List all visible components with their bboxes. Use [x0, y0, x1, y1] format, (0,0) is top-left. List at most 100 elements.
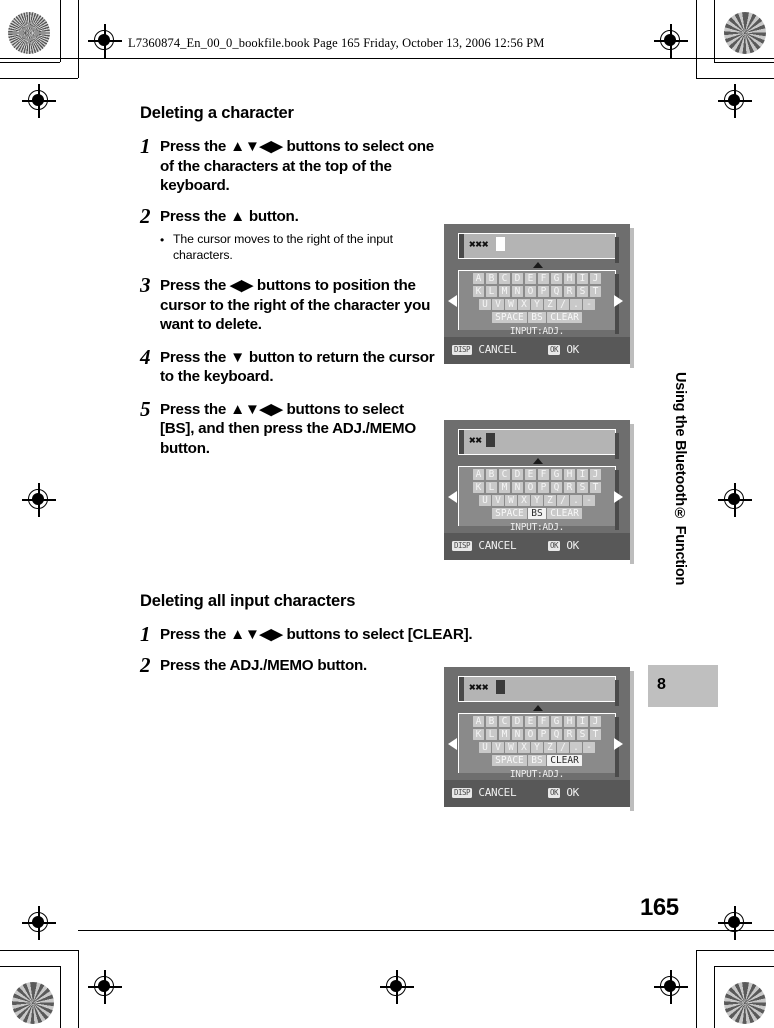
key[interactable]: C [498, 273, 511, 284]
key[interactable]: W [505, 299, 517, 310]
key[interactable]: N [511, 286, 524, 297]
key[interactable]: V [492, 299, 504, 310]
key[interactable]: P [537, 729, 550, 740]
key[interactable]: R [563, 729, 576, 740]
key[interactable]: E [524, 469, 537, 480]
key[interactable]: - [583, 742, 595, 753]
key[interactable]: Z [544, 742, 556, 753]
key[interactable]: A [472, 469, 485, 480]
key[interactable]: U [479, 742, 491, 753]
key[interactable]: I [576, 273, 589, 284]
cancel-action[interactable]: DISP CANCEL [452, 343, 517, 356]
key[interactable]: - [583, 299, 595, 310]
key[interactable]: J [589, 716, 602, 727]
key[interactable]: / [557, 742, 569, 753]
key[interactable]: I [576, 716, 589, 727]
key[interactable]: M [498, 482, 511, 493]
key[interactable]: K [472, 729, 485, 740]
key[interactable]: D [511, 716, 524, 727]
key[interactable]: Q [550, 729, 563, 740]
key[interactable]: X [518, 495, 530, 506]
key[interactable]: X [518, 742, 530, 753]
key[interactable]: Q [550, 286, 563, 297]
key[interactable]: B [485, 469, 498, 480]
key[interactable]: T [589, 286, 602, 297]
ok-action[interactable]: OK OK [548, 539, 579, 552]
key-backspace[interactable]: BS [528, 508, 546, 519]
key[interactable]: H [563, 273, 576, 284]
key[interactable]: . [570, 742, 582, 753]
key[interactable]: M [498, 729, 511, 740]
key-clear[interactable]: CLEAR [547, 312, 582, 323]
key[interactable]: S [576, 482, 589, 493]
key[interactable]: O [524, 286, 537, 297]
key[interactable]: G [550, 716, 563, 727]
key[interactable]: P [537, 482, 550, 493]
key[interactable]: J [589, 469, 602, 480]
key[interactable]: Q [550, 482, 563, 493]
key[interactable]: C [498, 469, 511, 480]
key[interactable]: K [472, 286, 485, 297]
key-space[interactable]: SPACE [492, 755, 527, 766]
key[interactable]: / [557, 495, 569, 506]
key[interactable]: W [505, 742, 517, 753]
key[interactable]: Y [531, 742, 543, 753]
key[interactable]: T [589, 729, 602, 740]
key[interactable]: C [498, 716, 511, 727]
key[interactable]: . [570, 299, 582, 310]
key[interactable]: - [583, 495, 595, 506]
key[interactable]: S [576, 729, 589, 740]
key[interactable]: Y [531, 299, 543, 310]
onscreen-keyboard[interactable]: A B C D E F G H I J K L M N O P Q R S T … [458, 713, 619, 780]
key[interactable]: L [485, 729, 498, 740]
ok-action[interactable]: OK OK [548, 343, 579, 356]
key-space[interactable]: SPACE [492, 508, 527, 519]
text-input-field[interactable]: ✖✖✖ [458, 233, 619, 263]
key[interactable]: O [524, 482, 537, 493]
key[interactable]: E [524, 273, 537, 284]
key[interactable]: W [505, 495, 517, 506]
cancel-action[interactable]: DISP CANCEL [452, 539, 517, 552]
key[interactable]: D [511, 469, 524, 480]
key[interactable]: X [518, 299, 530, 310]
key[interactable]: U [479, 495, 491, 506]
key[interactable]: E [524, 716, 537, 727]
key[interactable]: I [576, 469, 589, 480]
onscreen-keyboard[interactable]: A B C D E F G H I J K L M N O P Q R S T … [458, 270, 619, 337]
key[interactable]: R [563, 482, 576, 493]
key[interactable]: U [479, 299, 491, 310]
key[interactable]: N [511, 482, 524, 493]
ok-action[interactable]: OK OK [548, 786, 579, 799]
key[interactable]: R [563, 286, 576, 297]
key[interactable]: F [537, 716, 550, 727]
key[interactable]: V [492, 495, 504, 506]
key-backspace[interactable]: BS [528, 312, 546, 323]
key[interactable]: L [485, 482, 498, 493]
key[interactable]: . [570, 495, 582, 506]
key[interactable]: T [589, 482, 602, 493]
key[interactable]: J [589, 273, 602, 284]
key[interactable]: K [472, 482, 485, 493]
key[interactable]: N [511, 729, 524, 740]
key[interactable]: A [472, 273, 485, 284]
key[interactable]: Z [544, 299, 556, 310]
text-input-field[interactable]: ✖✖✖ [458, 676, 619, 706]
key[interactable]: Y [531, 495, 543, 506]
key[interactable]: F [537, 273, 550, 284]
key[interactable]: B [485, 716, 498, 727]
onscreen-keyboard[interactable]: A B C D E F G H I J K L M N O P Q R S T … [458, 466, 619, 533]
key[interactable]: L [485, 286, 498, 297]
key[interactable]: Z [544, 495, 556, 506]
key[interactable]: H [563, 469, 576, 480]
text-input-field[interactable]: ✖✖ [458, 429, 619, 459]
key[interactable]: D [511, 273, 524, 284]
key-clear[interactable]: CLEAR [547, 755, 582, 766]
key[interactable]: G [550, 273, 563, 284]
key[interactable]: F [537, 469, 550, 480]
key[interactable]: B [485, 273, 498, 284]
key[interactable]: / [557, 299, 569, 310]
cancel-action[interactable]: DISP CANCEL [452, 786, 517, 799]
key[interactable]: S [576, 286, 589, 297]
key[interactable]: V [492, 742, 504, 753]
key[interactable]: H [563, 716, 576, 727]
